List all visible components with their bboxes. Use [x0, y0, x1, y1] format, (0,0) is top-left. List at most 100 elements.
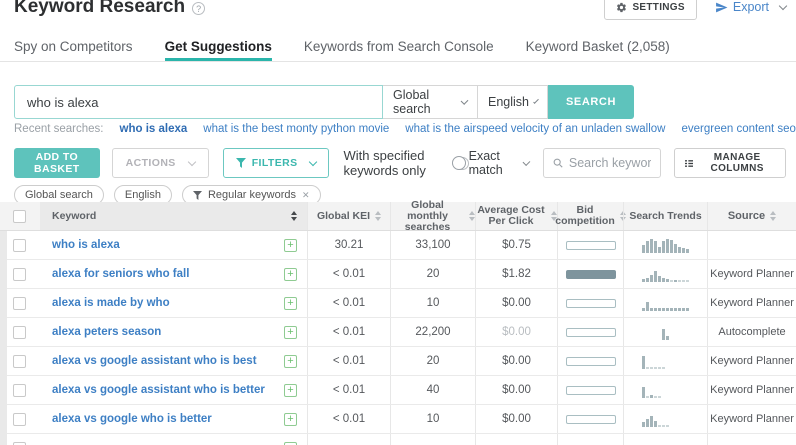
keyword-link[interactable]: alexa vs google who is better — [52, 413, 212, 425]
specified-keywords-toggle[interactable] — [452, 155, 469, 170]
global-kei-cell: < 0.01 — [307, 289, 390, 317]
chip-label: Global search — [25, 189, 93, 201]
bid-competition-bar — [565, 298, 616, 308]
column-header-global-kei[interactable]: Global KEI — [307, 202, 390, 230]
add-keyword-icon[interactable] — [284, 441, 297, 445]
sort-icon — [291, 211, 297, 221]
search-trends-chart — [642, 266, 689, 282]
toggle-knob — [452, 155, 467, 170]
keywords-table: Keyword Global KEI Global monthly search… — [0, 199, 796, 445]
cpc-cell: $0.00 — [475, 347, 557, 375]
exact-match-dropdown[interactable]: Exact match — [468, 149, 531, 177]
global-kei-cell: < 0.01 — [307, 260, 390, 288]
keyword-link[interactable]: alexa vs google assistant who is better — [52, 384, 265, 396]
cpc-cell: $0.00 — [475, 376, 557, 404]
table-row: alexa for seniors who fall + < 0.01 20 $… — [0, 260, 796, 289]
monthly-searches-cell: 22,200 — [390, 318, 475, 346]
bid-competition-bar — [565, 240, 616, 250]
add-keyword-icon[interactable]: + — [284, 325, 297, 339]
select-all-checkbox[interactable] — [13, 209, 26, 223]
add-keyword-icon[interactable]: + — [284, 267, 297, 281]
export-icon — [715, 2, 728, 12]
settings-button[interactable]: SETTINGS — [604, 0, 697, 20]
table-row: alexa vs google who is better + < 0.01 1… — [0, 405, 796, 434]
chip-close-icon[interactable]: ✕ — [302, 190, 310, 201]
keyword-link[interactable]: alexa peters season — [52, 326, 161, 338]
keyword-link[interactable]: alexa vs google assistant who is best — [52, 355, 257, 367]
top-bar: Keyword Research ? SETTINGS Export — [14, 0, 788, 23]
table-search-input[interactable] — [568, 156, 652, 170]
region-select[interactable]: Global search — [383, 85, 478, 119]
language-select[interactable]: English — [478, 85, 548, 119]
actions-button[interactable]: ACTIONS — [111, 148, 209, 178]
table-row: alexa vs google assistant who is better … — [0, 376, 796, 405]
chevron-down-icon — [187, 157, 196, 167]
funnel-icon — [192, 190, 202, 200]
search-trends-chart — [642, 237, 689, 253]
manage-columns-button[interactable]: MANAGE COLUMNS — [674, 148, 786, 178]
exact-match-label: Exact match — [468, 149, 503, 177]
column-header-cpc[interactable]: Average Cost Per Click — [475, 202, 557, 230]
tab-keywords-from-search-console[interactable]: Keywords from Search Console — [304, 34, 494, 61]
tab-keyword-basket-2-058[interactable]: Keyword Basket (2,058) — [526, 34, 670, 61]
monthly-searches-cell: 10 — [390, 405, 475, 433]
chevron-down-icon — [533, 98, 539, 104]
tab-spy-on-competitors[interactable]: Spy on Competitors — [14, 34, 133, 61]
add-keyword-icon[interactable]: + — [284, 238, 297, 252]
keyword-query-input[interactable] — [14, 85, 383, 119]
column-header-bid-competition[interactable]: Bid competition — [555, 202, 626, 230]
recent-search-link[interactable]: what is the best monty python movie — [203, 123, 389, 135]
global-kei-cell: < 0.01 — [307, 376, 390, 404]
chevron-down-icon — [460, 97, 469, 105]
add-keyword-icon[interactable]: + — [284, 412, 297, 426]
recent-search-link[interactable]: what is the airspeed velocity of an unla… — [405, 123, 665, 135]
monthly-searches-cell: 20 — [390, 260, 475, 288]
row-checkbox[interactable] — [13, 238, 26, 252]
source-cell: Keyword Planner — [707, 405, 796, 433]
keyword-link[interactable]: alexa is made by who — [52, 297, 170, 309]
monthly-searches-cell: 20 — [390, 347, 475, 375]
keyword-link[interactable]: who is alexa — [52, 239, 120, 251]
chevron-down-icon — [308, 157, 317, 167]
add-keyword-icon[interactable]: + — [284, 354, 297, 368]
column-header-monthly-searches[interactable]: Global monthly searches — [390, 199, 475, 232]
source-cell: Keyword Planner — [707, 260, 796, 288]
recent-search-link[interactable]: evergreen content seo — [681, 123, 795, 135]
row-checkbox[interactable] — [13, 296, 26, 310]
search-trends-chart — [642, 324, 689, 340]
row-checkbox[interactable] — [13, 325, 26, 339]
row-checkbox[interactable] — [13, 412, 26, 426]
table-toolbar: ADD TO BASKET ACTIONS FILTERS With speci… — [14, 148, 786, 178]
search-trends-chart — [642, 411, 689, 427]
add-keyword-icon[interactable]: + — [284, 383, 297, 397]
filters-label: FILTERS — [251, 157, 298, 169]
cpc-cell: $0.00 — [475, 289, 557, 317]
bid-competition-bar — [565, 385, 616, 395]
export-button[interactable]: Export — [715, 0, 788, 14]
add-to-basket-button[interactable]: ADD TO BASKET — [14, 148, 100, 178]
bid-competition-bar — [565, 414, 616, 424]
recent-searches-list: who is alexa what is the best monty pytho… — [104, 123, 796, 135]
global-kei-cell: < 0.01 — [307, 347, 390, 375]
row-checkbox[interactable] — [13, 354, 26, 368]
column-header-source[interactable]: Source — [707, 202, 796, 230]
global-kei-cell: < 0.01 — [307, 405, 390, 433]
row-checkbox[interactable] — [13, 441, 26, 445]
row-checkbox[interactable] — [13, 383, 26, 397]
vertical-scrollbar[interactable] — [0, 231, 7, 445]
row-checkbox[interactable] — [13, 267, 26, 281]
column-header-keyword[interactable]: Keyword — [40, 202, 307, 230]
help-icon[interactable]: ? — [192, 2, 206, 15]
filters-button[interactable]: FILTERS — [222, 148, 329, 178]
search-button[interactable]: SEARCH — [548, 85, 634, 119]
tab-get-suggestions[interactable]: Get Suggestions — [164, 34, 272, 61]
table-search-box — [542, 148, 662, 178]
add-keyword-icon[interactable]: + — [284, 296, 297, 310]
table-row — [0, 434, 796, 445]
keyword-link[interactable]: alexa for seniors who fall — [52, 268, 189, 280]
recent-search-link[interactable]: who is alexa — [120, 123, 188, 135]
region-value: Global search — [393, 88, 431, 116]
monthly-searches-cell: 10 — [390, 289, 475, 317]
actions-label: ACTIONS — [125, 157, 176, 169]
global-kei-cell: < 0.01 — [307, 318, 390, 346]
